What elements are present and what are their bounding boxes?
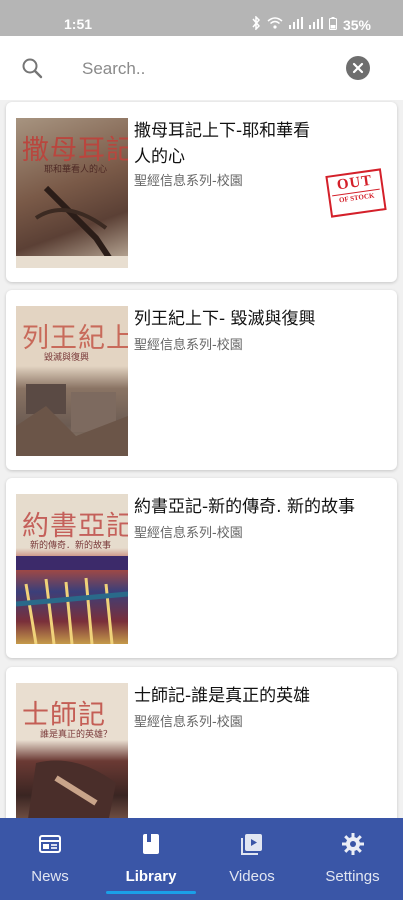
- bluetooth-icon: [251, 15, 261, 33]
- battery-icon: [328, 16, 337, 33]
- signal-icon-2: [308, 17, 323, 32]
- book-title: 撒母耳記上下-耶和華看人的心: [134, 121, 311, 167]
- book-card[interactable]: 列王紀上下 毀滅與復興 列王紀上下- 毀滅與復興 聖經信息系列-校園: [6, 290, 397, 470]
- signal-icon: [288, 17, 303, 32]
- book-cover: 約書亞記 新的傳奇．新的故事: [16, 494, 128, 644]
- nav-item-library[interactable]: Library: [100, 818, 202, 900]
- status-bar: 1:51 35%: [0, 0, 403, 36]
- nav-label: News: [31, 868, 69, 885]
- settings-icon: [341, 832, 365, 856]
- nav-label: Settings: [325, 868, 380, 885]
- book-title: 約書亞記-新的傳奇. 新的故事: [134, 497, 355, 517]
- cover-subtitle: 新的傳奇．新的故事: [30, 541, 112, 551]
- videos-icon: [240, 832, 264, 856]
- book-series: 聖經信息系列-校園: [134, 174, 243, 189]
- book-title: 列王紀上下- 毀滅與復興: [134, 309, 316, 329]
- nav-item-videos[interactable]: Videos: [202, 818, 302, 900]
- library-icon: [139, 832, 163, 856]
- book-cover: 士師記 誰是真正的英雄？: [16, 683, 128, 818]
- search-icon[interactable]: [20, 56, 44, 80]
- search-input[interactable]: [80, 52, 324, 86]
- book-card[interactable]: 撒母耳記上下 耶和華看人的心 撒母耳記上下-耶和華看人的心 聖經信息系列-校園 …: [6, 102, 397, 282]
- search-bar: [0, 36, 403, 100]
- cover-subtitle: 毀滅與復興: [44, 353, 90, 363]
- book-card[interactable]: 士師記 誰是真正的英雄？ 士師記-誰是真正的英雄 聖經信息系列-校園: [6, 667, 397, 818]
- book-series: 聖經信息系列-校園: [134, 526, 243, 541]
- book-series: 聖經信息系列-校園: [134, 338, 243, 353]
- nav-item-settings[interactable]: Settings: [302, 818, 403, 900]
- nav-label: Library: [125, 868, 177, 885]
- wifi-icon: [267, 17, 283, 32]
- out-of-stock-badge: OUT OF STOCK: [325, 168, 387, 218]
- book-list[interactable]: 撒母耳記上下 耶和華看人的心 撒母耳記上下-耶和華看人的心 聖經信息系列-校園 …: [0, 100, 403, 818]
- book-title: 士師記-誰是真正的英雄: [134, 686, 311, 706]
- book-cover: 撒母耳記上下 耶和華看人的心: [16, 118, 128, 268]
- cover-subtitle: 誰是真正的英雄？: [40, 730, 113, 740]
- book-card[interactable]: 約書亞記 新的傳奇．新的故事 約書亞記-新的傳奇. 新的故事 聖經信息系列-校園: [6, 478, 397, 658]
- status-icons: 35%: [251, 15, 371, 33]
- active-tab-indicator: [106, 891, 196, 894]
- nav-item-news[interactable]: News: [0, 818, 100, 900]
- nav-label: Videos: [229, 868, 275, 885]
- battery-level: 35%: [342, 16, 371, 33]
- cover-subtitle: 耶和華看人的心: [44, 165, 108, 175]
- clear-search-icon[interactable]: [346, 56, 370, 80]
- news-icon: [38, 832, 62, 856]
- bottom-navigation: News Library Videos Settings: [0, 818, 403, 900]
- book-series: 聖經信息系列-校園: [134, 715, 243, 730]
- book-cover: 列王紀上下 毀滅與復興: [16, 306, 128, 456]
- status-time: 1:51: [64, 16, 93, 32]
